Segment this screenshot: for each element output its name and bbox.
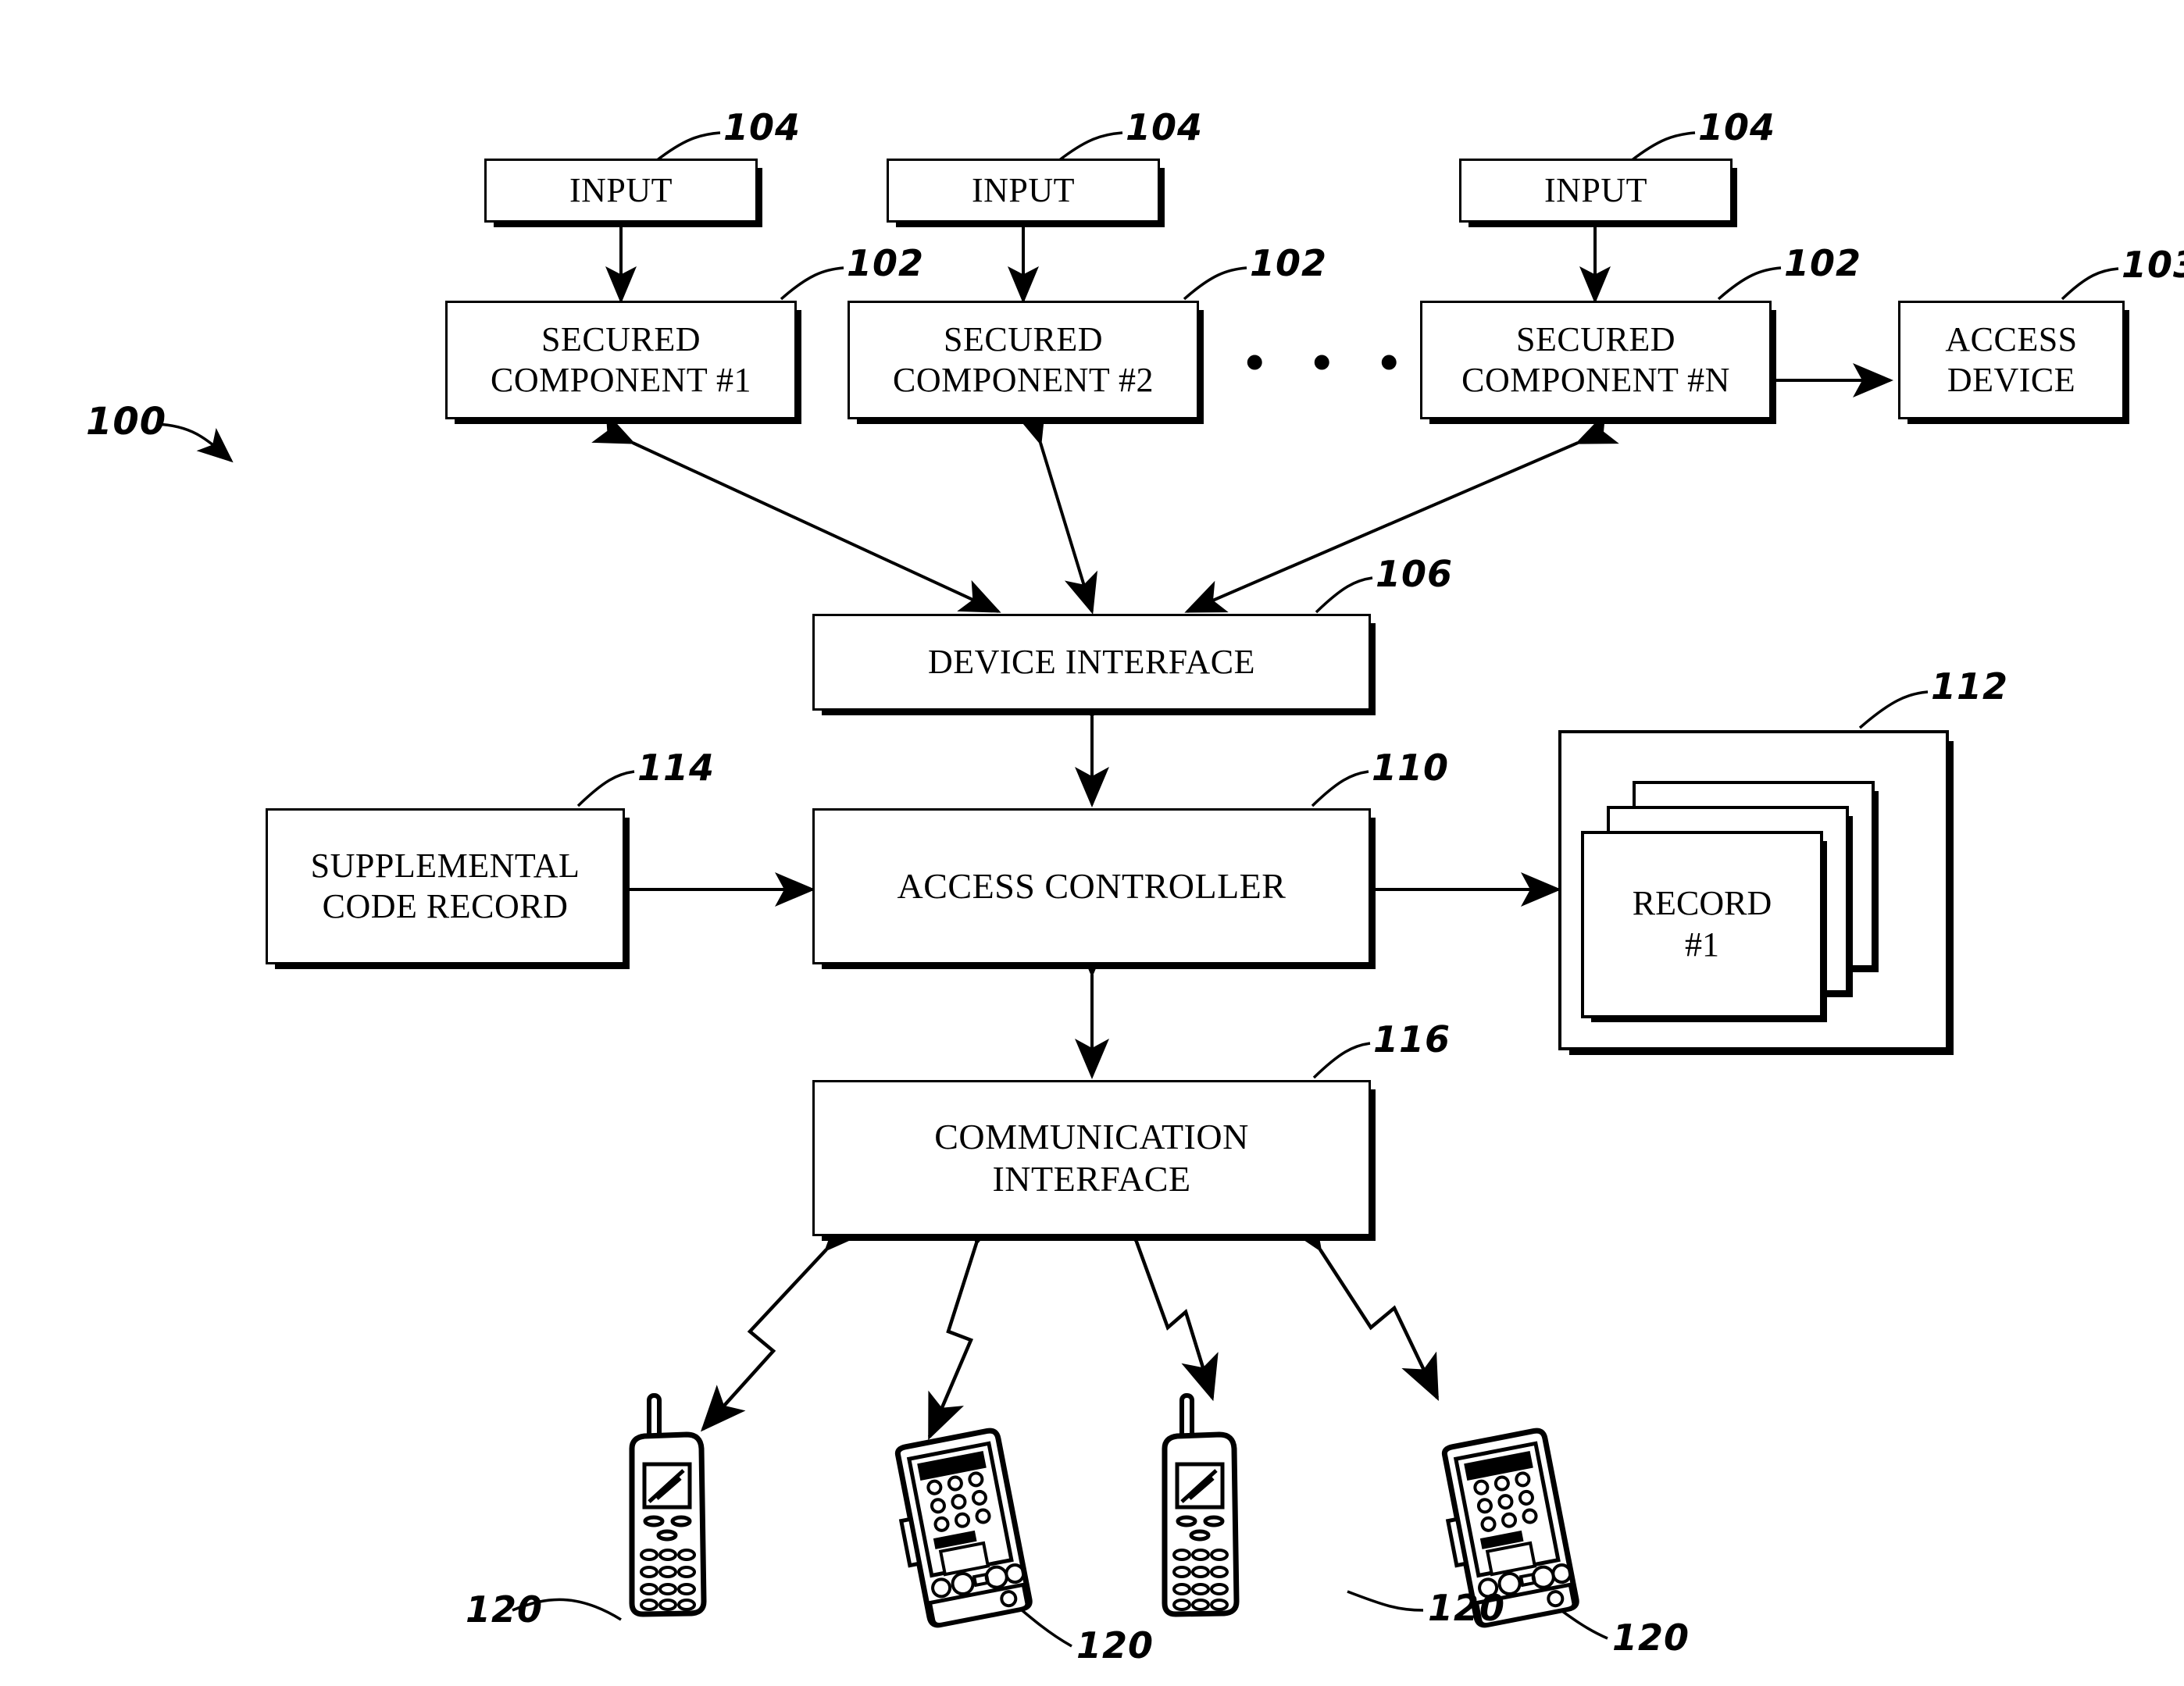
secured-component-n-line1: SECURED (1516, 320, 1675, 359)
access-device-line2: DEVICE (1947, 361, 2076, 399)
device-interface-box: DEVICE INTERFACE (812, 614, 1371, 711)
supplemental-code-record-line2: CODE RECORD (322, 887, 569, 925)
secured-component-2: SECURED COMPONENT #2 (848, 301, 1199, 419)
ref-numeral-104-b: 104 (1126, 106, 1204, 148)
ref-numeral-102-c: 102 (1784, 242, 1862, 284)
input-box-3-label: INPUT (1543, 171, 1648, 210)
communication-interface-label: COMMUNICATION INTERFACE (928, 1116, 1255, 1201)
secured-component-2-line1: SECURED (944, 320, 1103, 359)
input-box-2: INPUT (887, 159, 1160, 223)
secured-component-2-label: SECURED COMPONENT #2 (887, 319, 1160, 401)
record-line2: #1 (1684, 925, 1719, 964)
access-device-label: ACCESS DEVICE (1939, 319, 2083, 401)
ref-numeral-104-c: 104 (1698, 106, 1776, 148)
ref-numeral-112: 112 (1931, 665, 2009, 708)
record-sheet-1-label: RECORD #1 (1633, 883, 1772, 966)
access-controller-box: ACCESS CONTROLLER (812, 808, 1371, 964)
ellipsis-dots: • • • (1245, 333, 1416, 393)
ref-numeral-114: 114 (637, 747, 716, 789)
supplemental-code-record-label: SUPPLEMENTAL CODE RECORD (305, 846, 587, 927)
input-box-2-label: INPUT (971, 171, 1076, 210)
input-box-1: INPUT (484, 159, 758, 223)
ref-numeral-120-c: 120 (1428, 1587, 1506, 1629)
ref-numeral-120-b: 120 (1076, 1624, 1154, 1666)
communication-interface-line1: COMMUNICATION (934, 1116, 1249, 1157)
supplemental-code-record-box: SUPPLEMENTAL CODE RECORD (266, 808, 625, 964)
ref-numeral-100: 100 (86, 400, 167, 444)
secured-component-1-line2: COMPONENT #1 (490, 361, 751, 399)
ref-numeral-102-a: 102 (847, 242, 925, 284)
secured-component-1: SECURED COMPONENT #1 (445, 301, 797, 419)
record-sheet-1: RECORD #1 (1581, 831, 1823, 1018)
ref-numeral-116: 116 (1373, 1018, 1451, 1060)
cell-phone-icon-3 (1162, 1393, 1240, 1617)
secured-component-1-label: SECURED COMPONENT #1 (484, 319, 758, 401)
input-box-3: INPUT (1459, 159, 1733, 223)
secured-component-2-line2: COMPONENT #2 (892, 361, 1154, 399)
cell-phone-icon-1 (629, 1393, 707, 1617)
ref-numeral-120-d: 120 (1612, 1616, 1690, 1659)
patent-figure: INPUT INPUT INPUT SECURED COMPONENT #1 S… (0, 0, 2184, 1686)
access-controller-label: ACCESS CONTROLLER (897, 865, 1286, 906)
ref-numeral-110: 110 (1372, 747, 1450, 789)
secured-component-1-line1: SECURED (541, 320, 701, 359)
supplemental-code-record-line1: SUPPLEMENTAL (310, 847, 580, 886)
access-device-line1: ACCESS (1945, 320, 2078, 359)
secured-component-n-label: SECURED COMPONENT #N (1455, 319, 1736, 401)
ref-numeral-103: 103 (2122, 244, 2184, 286)
communication-interface-box: COMMUNICATION INTERFACE (812, 1080, 1371, 1236)
access-device-box: ACCESS DEVICE (1898, 301, 2125, 419)
device-interface-label: DEVICE INTERFACE (927, 643, 1256, 682)
ref-numeral-120-a: 120 (466, 1588, 544, 1631)
pda-icon-2 (894, 1428, 1033, 1628)
ref-numeral-102-b: 102 (1250, 242, 1328, 284)
secured-component-n: SECURED COMPONENT #N (1420, 301, 1772, 419)
communication-interface-line2: INTERFACE (992, 1159, 1191, 1199)
ref-numeral-106: 106 (1376, 553, 1454, 595)
ref-numeral-104-a: 104 (723, 106, 801, 148)
record-line1: RECORD (1632, 884, 1772, 923)
input-box-1-label: INPUT (569, 171, 673, 210)
secured-component-n-line2: COMPONENT #N (1461, 361, 1730, 399)
